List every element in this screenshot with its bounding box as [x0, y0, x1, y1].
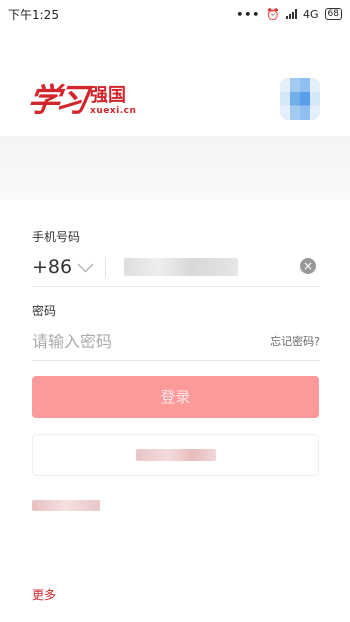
country-code[interactable]: +86: [32, 256, 72, 278]
status-icons: ••• ⏰ 4G 68: [236, 8, 342, 21]
login-button[interactable]: 登录: [32, 376, 319, 418]
password-input[interactable]: [32, 331, 212, 351]
more-link[interactable]: 更多: [32, 586, 56, 603]
logo-name: 强国: [90, 85, 127, 106]
password-label: 密码: [32, 304, 57, 318]
secondary-link[interactable]: [32, 500, 100, 511]
chevron-down-icon[interactable]: [77, 256, 94, 272]
logo-url: xuexi.cn: [90, 106, 137, 116]
secondary-login-label: [135, 449, 216, 461]
logo-script-text: 学习: [25, 81, 87, 119]
logo-wordmark: 强国 xuexi.cn: [90, 85, 137, 117]
password-field-row: 忘记密码?: [32, 322, 320, 361]
avatar[interactable]: [280, 78, 320, 120]
app-logo: 学习 强国 xuexi.cn: [25, 81, 137, 119]
signal-icon: [286, 9, 298, 19]
status-bar: 下午1:25 ••• ⏰ 4G 68: [0, 0, 350, 28]
secondary-login-button[interactable]: [32, 434, 319, 476]
network-type: 4G: [303, 7, 319, 21]
phone-input[interactable]: [124, 258, 239, 276]
forgot-password-link[interactable]: 忘记密码?: [270, 333, 320, 349]
status-time: 下午1:25: [8, 7, 59, 22]
alarm-icon: ⏰: [266, 7, 281, 21]
phone-field-row: +86 ×: [32, 248, 320, 287]
field-divider: [105, 257, 107, 277]
notification-dots-icon: •••: [236, 7, 261, 21]
header-divider-band: [0, 136, 350, 200]
clear-icon[interactable]: ×: [300, 258, 316, 274]
phone-label: 手机号码: [32, 230, 81, 244]
battery-icon: 68: [324, 8, 342, 20]
